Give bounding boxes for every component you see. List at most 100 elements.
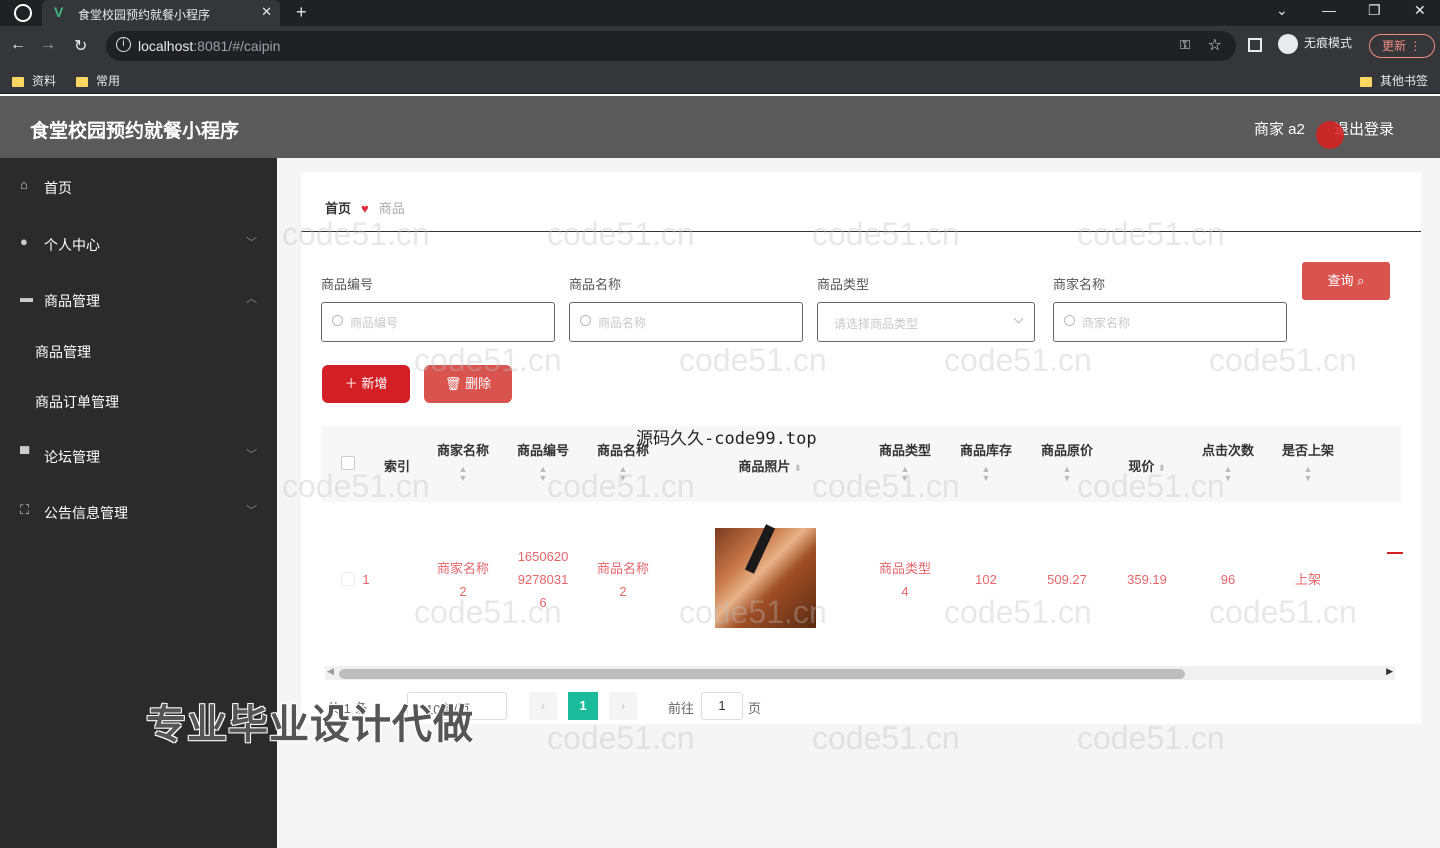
- close-tab-icon[interactable]: ✕: [261, 4, 272, 20]
- folder-icon: [12, 76, 24, 87]
- th-clicks[interactable]: 点击次数 ▲ ▼: [1188, 440, 1268, 483]
- side-panel-icon[interactable]: [1248, 38, 1262, 52]
- th-label: 商品库存: [959, 443, 1012, 458]
- sort-icon[interactable]: ▲ ▼: [583, 465, 663, 483]
- url-field[interactable]: i localhost:8081/#/caipin ⚿ ☆: [106, 31, 1236, 61]
- tab-search-icon[interactable]: ⌄: [1276, 2, 1288, 19]
- scroll-thumb[interactable]: [339, 669, 1185, 679]
- goods-name-input[interactable]: [569, 302, 803, 342]
- scroll-left-icon[interactable]: ◀: [327, 666, 334, 677]
- goods-no-input[interactable]: [321, 302, 555, 342]
- restore-icon[interactable]: ❐: [1368, 2, 1381, 19]
- delete-button[interactable]: 🗑 删除: [424, 365, 512, 403]
- goto-page-input[interactable]: 1: [701, 692, 743, 720]
- td-goods-type-line1: 商品类型: [878, 561, 931, 576]
- th-label: 商品原价: [1040, 443, 1093, 458]
- sort-icon[interactable]: ⬍: [1158, 463, 1166, 473]
- sort-icon[interactable]: ▲ ▼: [865, 465, 945, 483]
- page-number-current[interactable]: 1: [568, 692, 598, 720]
- merchant-label: 商家名称: [1053, 277, 1106, 292]
- password-key-icon[interactable]: ⚿: [1180, 37, 1190, 53]
- browser-menu-icon[interactable]: [14, 4, 32, 22]
- sidebar-subitem-orders[interactable]: 商品订单管理: [0, 378, 277, 424]
- th-original-price[interactable]: 商品原价 ▲ ▼: [1027, 440, 1107, 483]
- search-icon: [332, 315, 343, 326]
- td-index: 1: [362, 572, 370, 587]
- url-path: :8081/#/caipin: [193, 38, 281, 54]
- th-stock[interactable]: 商品库存 ▲ ▼: [946, 440, 1026, 483]
- bookmark-label: 资料: [32, 74, 57, 88]
- content-card: 首页 ♥ 商品 商品编号 商品名称 商品类型 请选择商品类型 商家名称 查询 ⌕ ＋…: [301, 172, 1421, 724]
- td-on-sale: 上架: [1294, 572, 1321, 587]
- th-goods-type[interactable]: 商品类型 ▲ ▼: [865, 440, 945, 483]
- incognito-label: 无痕模式: [1304, 36, 1353, 51]
- th-merchant[interactable]: 商家名称 ▲ ▼: [423, 440, 503, 483]
- update-button[interactable]: 更新 ⋮: [1369, 34, 1435, 58]
- minimize-icon[interactable]: —: [1322, 2, 1336, 18]
- table-horizontal-scrollbar[interactable]: ◀ ▶: [325, 666, 1395, 680]
- goods-name-field[interactable]: [598, 313, 788, 333]
- sidebar-subitem-goods[interactable]: 商品管理: [0, 328, 277, 374]
- forward-icon[interactable]: →: [40, 36, 56, 54]
- breadcrumb-home[interactable]: 首页: [325, 201, 351, 216]
- td-clicks: 96: [1220, 572, 1236, 587]
- th-price[interactable]: 现价 ⬍: [1107, 456, 1187, 475]
- sort-icon[interactable]: ⬍: [794, 463, 802, 473]
- folder-icon: [76, 76, 88, 87]
- goods-type-placeholder: 请选择商品类型: [834, 317, 919, 331]
- add-label: 新增: [361, 376, 388, 391]
- sidebar-item-home[interactable]: ⌂ 首页: [0, 161, 277, 211]
- promo-overlay-text: 专业毕业设计代做: [146, 703, 474, 747]
- sidebar-item-profile[interactable]: ● 个人中心 ﹀: [0, 218, 277, 268]
- th-label: 商品照片: [738, 459, 791, 474]
- td-goods-name-line1: 商品名称: [596, 561, 649, 576]
- th-goods-no[interactable]: 商品编号 ▲ ▼: [503, 440, 583, 483]
- bookmark-star-icon[interactable]: ☆: [1208, 35, 1222, 55]
- th-photo[interactable]: 商品照片 ⬍: [725, 456, 815, 475]
- incognito-indicator[interactable]: 无痕模式: [1278, 34, 1352, 54]
- th-on-sale[interactable]: 是否上架 ▲ ▼: [1268, 440, 1348, 483]
- browser-tab[interactable]: V 食堂校园预约就餐小程序 ✕: [42, 0, 280, 26]
- site-info-icon[interactable]: i: [116, 37, 131, 52]
- th-label: 商品类型: [878, 443, 931, 458]
- td-goods-type: 商品类型 4: [865, 557, 945, 603]
- chevron-up-icon: ︿: [246, 293, 257, 305]
- prev-page-button[interactable]: ‹: [529, 692, 557, 720]
- td-goods-no: 1650620 9278031 6: [503, 545, 583, 614]
- bookmark-folder-2[interactable]: 常用: [76, 72, 120, 89]
- sidebar-item-announcement[interactable]: ⛶ 公告信息管理 ﹀: [0, 486, 277, 536]
- table-row[interactable]: 1 商家名称 2 1650620 9278031 6 商品名称 2 商品类型 4 102 …: [321, 516, 1401, 644]
- bookmark-label: 常用: [96, 74, 121, 88]
- goods-photo[interactable]: [715, 528, 816, 628]
- sidebar-subitem-label: 商品管理: [35, 344, 91, 360]
- delete-label: 删除: [465, 376, 492, 391]
- merchant-input[interactable]: [1053, 302, 1287, 342]
- back-icon[interactable]: ←: [10, 36, 26, 54]
- sidebar-item-goods[interactable]: ▬ 商品管理 ︿: [0, 274, 277, 324]
- bookmark-folder-1[interactable]: 资料: [12, 72, 56, 89]
- window-close-icon[interactable]: ✕: [1414, 2, 1426, 19]
- sort-icon[interactable]: ▲ ▼: [1027, 465, 1107, 483]
- query-button[interactable]: 查询 ⌕: [1302, 262, 1390, 300]
- sidebar-subitem-label: 商品订单管理: [35, 394, 119, 410]
- sidebar-item-forum[interactable]: ▀ 论坛管理 ﹀: [0, 430, 277, 480]
- sidebar-item-label: 公告信息管理: [44, 505, 128, 521]
- sort-icon[interactable]: ▲ ▼: [1268, 465, 1348, 483]
- scroll-right-icon[interactable]: ▶: [1386, 666, 1393, 677]
- merchant-field[interactable]: [1082, 313, 1272, 333]
- sort-icon[interactable]: ▲ ▼: [946, 465, 1026, 483]
- other-bookmarks[interactable]: 其他书签: [1360, 72, 1428, 89]
- chevron-down-icon: ﹀: [246, 505, 257, 517]
- td-price: 359.19: [1127, 572, 1167, 587]
- sort-icon[interactable]: ▲ ▼: [1188, 465, 1268, 483]
- goods-type-select[interactable]: 请选择商品类型: [817, 302, 1035, 342]
- next-page-button[interactable]: ›: [609, 692, 637, 720]
- sort-icon[interactable]: ▲ ▼: [423, 465, 503, 483]
- goods-no-field[interactable]: [350, 313, 540, 333]
- new-tab-icon[interactable]: +: [296, 2, 307, 23]
- select-all-checkbox[interactable]: [341, 456, 355, 470]
- reload-icon[interactable]: ↻: [74, 36, 87, 56]
- sort-icon[interactable]: ▲ ▼: [503, 465, 583, 483]
- th-label: 点击次数: [1201, 443, 1254, 458]
- add-button[interactable]: ＋ 新增: [322, 365, 410, 403]
